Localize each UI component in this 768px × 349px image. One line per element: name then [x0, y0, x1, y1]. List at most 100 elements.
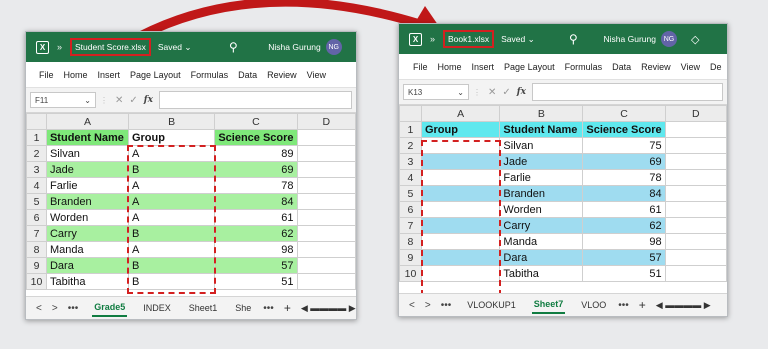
cell-a[interactable]: [420, 233, 501, 250]
row-header[interactable]: 2: [399, 137, 422, 154]
cell-b[interactable]: Farlie: [499, 169, 584, 186]
row-header[interactable]: 7: [26, 225, 47, 242]
cell-c[interactable]: 62: [582, 217, 666, 234]
row-header[interactable]: 9: [26, 257, 47, 274]
row-header[interactable]: 3: [26, 161, 47, 178]
menu-review[interactable]: Review: [641, 62, 671, 72]
column-header-b[interactable]: B: [127, 113, 216, 130]
cell-d[interactable]: [664, 169, 728, 186]
cell-b[interactable]: Branden: [499, 185, 584, 202]
add-sheet-button[interactable]: +: [639, 298, 646, 312]
next-sheet-icon[interactable]: >: [52, 303, 58, 314]
column-header-c[interactable]: C: [582, 105, 666, 122]
column-header-d[interactable]: D: [664, 105, 728, 122]
row-header[interactable]: 3: [399, 153, 422, 170]
cell-b[interactable]: Tabitha: [499, 265, 584, 282]
column-header-b[interactable]: B: [499, 105, 584, 122]
file-name[interactable]: Book1.xlsx: [443, 30, 495, 48]
cell-d[interactable]: [664, 153, 728, 170]
horizontal-scroll[interactable]: ◀ ▬▬▬▬ ▶: [656, 300, 711, 311]
row-header[interactable]: 6: [26, 209, 47, 226]
cell-a[interactable]: [420, 169, 501, 186]
menu-file[interactable]: File: [39, 70, 54, 80]
fx-icon[interactable]: fx: [144, 95, 153, 105]
cell-b[interactable]: Silvan: [499, 137, 584, 154]
menu-review[interactable]: Review: [267, 70, 297, 80]
formula-input[interactable]: [159, 91, 352, 109]
cell-a[interactable]: [420, 249, 501, 266]
menu-home[interactable]: Home: [64, 70, 88, 80]
more-tabs-icon[interactable]: •••: [263, 303, 274, 314]
sheet-tab-she[interactable]: She: [233, 300, 253, 316]
cell-d[interactable]: [296, 257, 357, 274]
menu-home[interactable]: Home: [438, 62, 462, 72]
column-header-d[interactable]: D: [296, 113, 357, 130]
cell-d[interactable]: [296, 161, 357, 178]
cell-d[interactable]: [664, 121, 728, 138]
cell-d[interactable]: [296, 177, 357, 194]
cell-c[interactable]: 98: [214, 241, 298, 258]
sheet-tab-vlookup1[interactable]: VLOOKUP1: [465, 297, 518, 313]
chevron-icon[interactable]: »: [430, 34, 435, 44]
horizontal-scroll[interactable]: ◀ ▬▬▬▬ ▶: [301, 303, 356, 314]
cell-a[interactable]: [420, 137, 501, 154]
menu-formulas[interactable]: Formulas: [191, 70, 229, 80]
cell-a[interactable]: [420, 217, 501, 234]
saved-status[interactable]: Saved ⌄: [501, 34, 535, 45]
corner-cell[interactable]: [399, 105, 422, 122]
cell-d[interactable]: [664, 233, 728, 250]
cell-a[interactable]: Branden: [45, 193, 129, 210]
cell-b[interactable]: Manda: [499, 233, 584, 250]
cell-b[interactable]: A: [127, 145, 216, 162]
cell-c[interactable]: 84: [582, 185, 666, 202]
row-header[interactable]: 5: [26, 193, 47, 210]
cell-b[interactable]: A: [127, 177, 216, 194]
add-sheet-button[interactable]: +: [284, 301, 291, 315]
cell-c[interactable]: 78: [214, 177, 298, 194]
row-header[interactable]: 8: [399, 233, 422, 250]
user-name[interactable]: Nisha Gurung: [268, 42, 320, 52]
sheet-tab-index[interactable]: INDEX: [141, 300, 173, 316]
cell-b[interactable]: Jade: [499, 153, 584, 170]
formula-input[interactable]: [532, 83, 723, 101]
column-header-c[interactable]: C: [214, 113, 298, 130]
cancel-icon[interactable]: ✕: [115, 95, 123, 106]
more-tabs-icon[interactable]: •••: [618, 300, 629, 311]
row-header[interactable]: 7: [399, 217, 422, 234]
enter-icon[interactable]: ✓: [129, 95, 137, 106]
cell-d[interactable]: [296, 129, 357, 146]
avatar[interactable]: NG: [660, 31, 677, 47]
menu-de[interactable]: De: [710, 62, 722, 72]
cell-a[interactable]: Tabitha: [45, 273, 129, 290]
cell-a[interactable]: Farlie: [45, 177, 129, 194]
menu-page-layout[interactable]: Page Layout: [504, 62, 555, 72]
cell-a[interactable]: Manda: [45, 241, 129, 258]
menu-file[interactable]: File: [413, 62, 428, 72]
search-icon[interactable]: ⚲: [569, 32, 578, 46]
sheet-tab-sheet1[interactable]: Sheet1: [187, 300, 220, 316]
cell-d[interactable]: [664, 201, 728, 218]
cell-d[interactable]: [296, 145, 357, 162]
cell-d[interactable]: [296, 209, 357, 226]
cell-b[interactable]: B: [127, 257, 216, 274]
sheet-tab-sheet7[interactable]: Sheet7: [531, 296, 566, 314]
file-name[interactable]: Student Score.xlsx: [70, 38, 151, 56]
cell-d[interactable]: [296, 241, 357, 258]
prev-sheet-icon[interactable]: <: [409, 300, 415, 311]
menu-data[interactable]: Data: [238, 70, 257, 80]
sheet-tab-vloo[interactable]: VLOO: [579, 297, 608, 313]
column-header-a[interactable]: A: [45, 113, 129, 130]
cell-a[interactable]: Silvan: [45, 145, 129, 162]
cell-b[interactable]: Worden: [499, 201, 584, 218]
cell-b[interactable]: Student Name: [499, 121, 584, 138]
cell-a[interactable]: Jade: [45, 161, 129, 178]
avatar[interactable]: NG: [325, 39, 342, 55]
chevron-icon[interactable]: »: [57, 42, 62, 52]
diamond-icon[interactable]: ◇: [691, 33, 699, 46]
cell-d[interactable]: [664, 265, 728, 282]
menu-view[interactable]: View: [307, 70, 326, 80]
menu-insert[interactable]: Insert: [98, 70, 121, 80]
cell-b[interactable]: Group: [127, 129, 216, 146]
cell-b[interactable]: B: [127, 225, 216, 242]
menu-formulas[interactable]: Formulas: [565, 62, 603, 72]
